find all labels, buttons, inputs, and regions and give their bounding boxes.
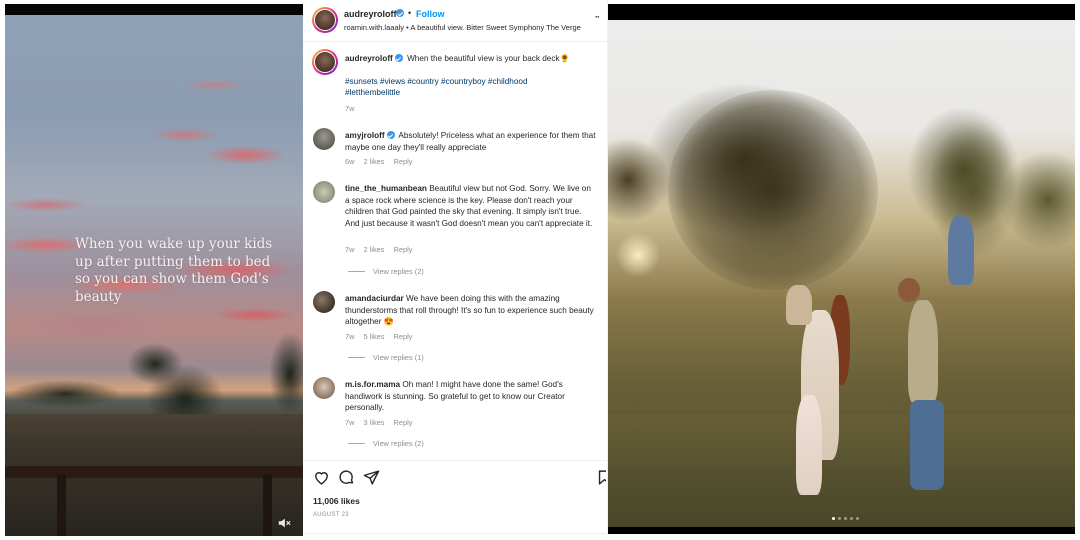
replies-line bbox=[348, 270, 365, 272]
comment-likes[interactable]: 2 likes bbox=[364, 157, 385, 166]
view-replies-button[interactable]: View replies (2) bbox=[348, 439, 424, 448]
more-options-icon[interactable]: ·· bbox=[595, 12, 600, 22]
separator-dot: • bbox=[408, 8, 412, 18]
view-replies-label[interactable]: View replies (2) bbox=[373, 267, 424, 276]
verified-badge-icon bbox=[394, 54, 403, 62]
comment-likes[interactable]: 3 likes bbox=[364, 418, 385, 427]
verified-badge-icon bbox=[386, 131, 395, 139]
video-panel[interactable]: When you wake up your kids up after putt… bbox=[5, 4, 303, 536]
comment-time: 7w bbox=[345, 245, 355, 254]
comment-username[interactable]: amyjroloff bbox=[345, 131, 385, 140]
carousel-dot[interactable] bbox=[832, 517, 835, 520]
carousel-indicator bbox=[832, 517, 859, 520]
carousel-dot[interactable] bbox=[850, 517, 853, 520]
comment-likes[interactable]: 5 likes bbox=[364, 332, 385, 341]
view-replies-label[interactable]: View replies (1) bbox=[373, 353, 424, 362]
sunflower-emoji: 🌻 bbox=[559, 54, 570, 63]
comment-username[interactable]: amandaciurdar bbox=[345, 294, 404, 303]
video-overlay-text: When you wake up your kids up after putt… bbox=[75, 236, 273, 305]
photo-bottom-bar bbox=[608, 527, 1075, 534]
video-top-bar bbox=[5, 4, 303, 15]
caption-username[interactable]: audreyroloff bbox=[345, 54, 393, 63]
view-replies-button[interactable]: View replies (1) bbox=[348, 353, 424, 362]
post-header: audreyroloff • Follow roamin.with.laaaly… bbox=[303, 0, 607, 42]
post-author-username[interactable]: audreyroloff bbox=[344, 9, 397, 19]
father-head bbox=[898, 278, 920, 302]
avatar[interactable] bbox=[313, 291, 335, 313]
photo-panel[interactable] bbox=[608, 4, 1075, 534]
speaker-muted-icon[interactable] bbox=[277, 516, 291, 530]
post-actions-bar: 11,006 likes AUGUST 23 bbox=[303, 460, 607, 534]
likes-count[interactable]: 11,006 likes bbox=[313, 496, 360, 506]
reply-button[interactable]: Reply bbox=[394, 418, 413, 427]
caption-text: When the beautiful view is your back dec… bbox=[407, 54, 560, 63]
carousel-dot[interactable] bbox=[856, 517, 859, 520]
baby-figure bbox=[786, 285, 812, 325]
replies-line bbox=[348, 442, 365, 444]
lifted-baby-figure bbox=[948, 215, 974, 285]
divider bbox=[303, 533, 607, 534]
avatar[interactable] bbox=[312, 49, 338, 75]
comment-time: 7w bbox=[345, 418, 355, 427]
send-icon[interactable] bbox=[363, 469, 380, 486]
caption-time: 7w bbox=[345, 104, 355, 113]
tree-foliage bbox=[668, 90, 878, 290]
comment-time: 7w bbox=[345, 332, 355, 341]
photo-top-bar bbox=[608, 4, 1075, 20]
post-panel: audreyroloff • Follow roamin.with.laaaly… bbox=[303, 0, 608, 534]
carousel-dot[interactable] bbox=[844, 517, 847, 520]
carousel-dot[interactable] bbox=[838, 517, 841, 520]
reply-button[interactable]: Reply bbox=[394, 245, 413, 254]
replies-line bbox=[348, 356, 365, 358]
reply-button[interactable]: Reply bbox=[394, 157, 413, 166]
avatar[interactable] bbox=[313, 181, 335, 203]
family-field-photo bbox=[608, 20, 1075, 534]
avatar[interactable] bbox=[313, 128, 335, 150]
reply-button[interactable]: Reply bbox=[394, 332, 413, 341]
avatar[interactable] bbox=[313, 377, 335, 399]
verified-badge-icon bbox=[396, 9, 404, 17]
view-replies-button[interactable]: View replies (2) bbox=[348, 267, 424, 276]
deck-railing bbox=[5, 466, 303, 478]
comment-icon[interactable] bbox=[338, 469, 355, 486]
comment-likes[interactable]: 2 likes bbox=[364, 245, 385, 254]
father-figure bbox=[908, 300, 938, 404]
bookmark-icon[interactable] bbox=[596, 469, 606, 486]
girl-figure bbox=[796, 395, 822, 495]
follow-button[interactable]: Follow bbox=[416, 9, 445, 19]
heart-icon[interactable] bbox=[313, 469, 330, 486]
view-replies-label[interactable]: View replies (2) bbox=[373, 439, 424, 448]
avatar[interactable] bbox=[312, 7, 338, 33]
comment-username[interactable]: m.is.for.mama bbox=[345, 380, 400, 389]
comment-username[interactable]: tine_the_humanbean bbox=[345, 184, 427, 193]
deck-post bbox=[57, 474, 66, 536]
post-date: AUGUST 23 bbox=[313, 512, 349, 518]
post-audio-subtitle[interactable]: roamin.with.laaaly • A beautiful view. B… bbox=[344, 23, 581, 32]
deck-post bbox=[263, 474, 272, 536]
caption-hashtags[interactable]: #sunsets #views #country #countryboy #ch… bbox=[345, 76, 575, 99]
comment-time: 6w bbox=[345, 157, 355, 166]
father-jeans bbox=[910, 400, 944, 490]
